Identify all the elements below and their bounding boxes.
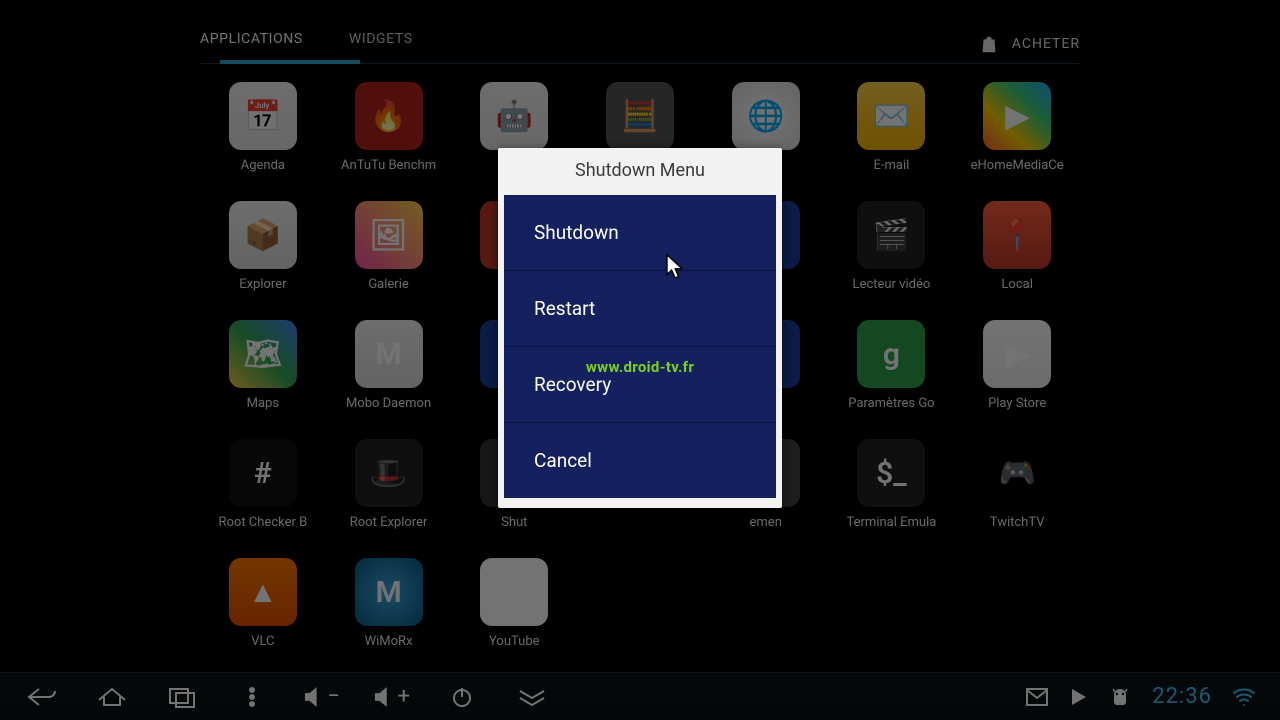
- app-item[interactable]: $_ Terminal Emula: [829, 439, 955, 530]
- app-item[interactable]: M WiMoRx: [326, 558, 452, 649]
- app-item[interactable]: 🎮 TwitchTV: [954, 439, 1080, 530]
- app-label: Galerie: [368, 277, 408, 292]
- clock: 22:36: [1152, 684, 1212, 709]
- app-label: Local: [1001, 277, 1032, 292]
- menu-item-cancel[interactable]: Cancel: [504, 423, 776, 498]
- tab-widgets[interactable]: WIDGETS: [349, 31, 413, 57]
- app-icon: $_: [857, 439, 925, 507]
- app-icon: #: [229, 439, 297, 507]
- app-item[interactable]: ✉️ E-mail: [829, 82, 955, 173]
- minus-label: −: [327, 684, 340, 709]
- plus-label: +: [398, 684, 410, 709]
- app-icon: g: [857, 320, 925, 388]
- app-icon: 🗺: [229, 320, 297, 388]
- app-item[interactable]: 📅 Agenda: [200, 82, 326, 173]
- app-label: Root Checker B: [218, 515, 307, 530]
- app-label: emen: [750, 515, 782, 530]
- app-label: E-mail: [874, 158, 910, 173]
- app-item[interactable]: ▲ VLC: [200, 558, 326, 649]
- shop-label: ACHETER: [1012, 36, 1080, 52]
- app-item[interactable]: 📍 Local: [954, 201, 1080, 292]
- app-label: Paramètres Go: [848, 396, 934, 411]
- app-icon: 🎮: [983, 439, 1051, 507]
- tab-applications[interactable]: APPLICATIONS: [200, 31, 303, 57]
- app-icon: ▶: [983, 82, 1051, 150]
- app-label: YouTube: [489, 634, 540, 649]
- app-icon: ▶: [983, 320, 1051, 388]
- app-label: Root Explorer: [350, 515, 428, 530]
- app-icon: 🎩: [355, 439, 423, 507]
- speaker-icon: [374, 687, 396, 707]
- app-item[interactable]: 📦 Explorer: [200, 201, 326, 292]
- app-label: Mobo Daemon: [346, 396, 431, 411]
- menu-button[interactable]: [234, 684, 270, 710]
- expand-button[interactable]: [514, 684, 550, 710]
- app-item[interactable]: g Paramètres Go: [829, 320, 955, 411]
- app-label: eHomeMediaCe: [971, 158, 1064, 173]
- android-debug-icon[interactable]: [1108, 687, 1132, 707]
- recent-apps-button[interactable]: [164, 684, 200, 710]
- app-label: Agenda: [241, 158, 285, 173]
- app-label: Shut: [501, 515, 527, 530]
- app-icon: ▶: [480, 558, 548, 626]
- speaker-icon: [304, 687, 325, 707]
- app-label: Terminal Emula: [847, 515, 937, 530]
- app-item[interactable]: ▶ YouTube: [451, 558, 577, 649]
- volume-up-button[interactable]: +: [374, 684, 410, 710]
- app-label: VLC: [251, 634, 274, 649]
- app-icon: 🖼: [355, 201, 423, 269]
- app-item[interactable]: ▶ eHomeMediaCe: [954, 82, 1080, 173]
- app-label: Maps: [247, 396, 279, 411]
- app-icon: M: [355, 320, 423, 388]
- dialog-title: Shutdown Menu: [498, 148, 782, 195]
- app-icon: 🌐: [732, 82, 800, 150]
- app-icon: 🔥: [355, 82, 423, 150]
- app-item[interactable]: 🎬 Lecteur vidéo: [829, 201, 955, 292]
- app-label: TwitchTV: [990, 515, 1045, 530]
- app-item[interactable]: # Root Checker B: [200, 439, 326, 530]
- app-item[interactable]: 🖼 Galerie: [326, 201, 452, 292]
- shutdown-dialog: Shutdown Menu ShutdownRestartRecoveryCan…: [498, 148, 782, 508]
- menu-item-recovery[interactable]: Recovery: [504, 347, 776, 423]
- menu-item-shutdown[interactable]: Shutdown: [504, 195, 776, 271]
- app-icon: 🤖: [480, 82, 548, 150]
- power-button[interactable]: [444, 684, 480, 710]
- app-icon: 📅: [229, 82, 297, 150]
- app-item[interactable]: M Mobo Daemon: [326, 320, 452, 411]
- app-label: WiMoRx: [365, 634, 413, 649]
- app-icon: ▲: [229, 558, 297, 626]
- app-icon: 📦: [229, 201, 297, 269]
- app-icon: ✉️: [857, 82, 925, 150]
- shopping-bag-icon: [978, 33, 1000, 55]
- back-button[interactable]: [24, 684, 60, 710]
- volume-down-button[interactable]: −: [304, 684, 340, 710]
- app-label: Explorer: [239, 277, 286, 292]
- play-store-icon[interactable]: [1068, 687, 1088, 707]
- app-icon: 🧮: [606, 82, 674, 150]
- app-icon: M: [355, 558, 423, 626]
- app-icon: 🎬: [857, 201, 925, 269]
- shop-button[interactable]: ACHETER: [978, 33, 1080, 55]
- app-item[interactable]: 🔥 AnTuTu Benchm: [326, 82, 452, 173]
- drawer-header: APPLICATIONS WIDGETS ACHETER: [200, 24, 1080, 64]
- home-button[interactable]: [94, 684, 130, 710]
- wifi-icon: [1232, 685, 1256, 709]
- menu-item-restart[interactable]: Restart: [504, 271, 776, 347]
- app-item[interactable]: 🗺 Maps: [200, 320, 326, 411]
- app-item[interactable]: 🎩 Root Explorer: [326, 439, 452, 530]
- app-label: Lecteur vidéo: [853, 277, 931, 292]
- active-tab-indicator: [220, 60, 360, 64]
- app-icon: 📍: [983, 201, 1051, 269]
- mail-icon[interactable]: [1026, 688, 1048, 706]
- dialog-menu: ShutdownRestartRecoveryCancel: [504, 195, 776, 498]
- system-navbar: − + 22:36: [0, 672, 1280, 720]
- app-item[interactable]: ▶ Play Store: [954, 320, 1080, 411]
- app-label: AnTuTu Benchm: [341, 158, 436, 173]
- app-label: Play Store: [988, 396, 1046, 411]
